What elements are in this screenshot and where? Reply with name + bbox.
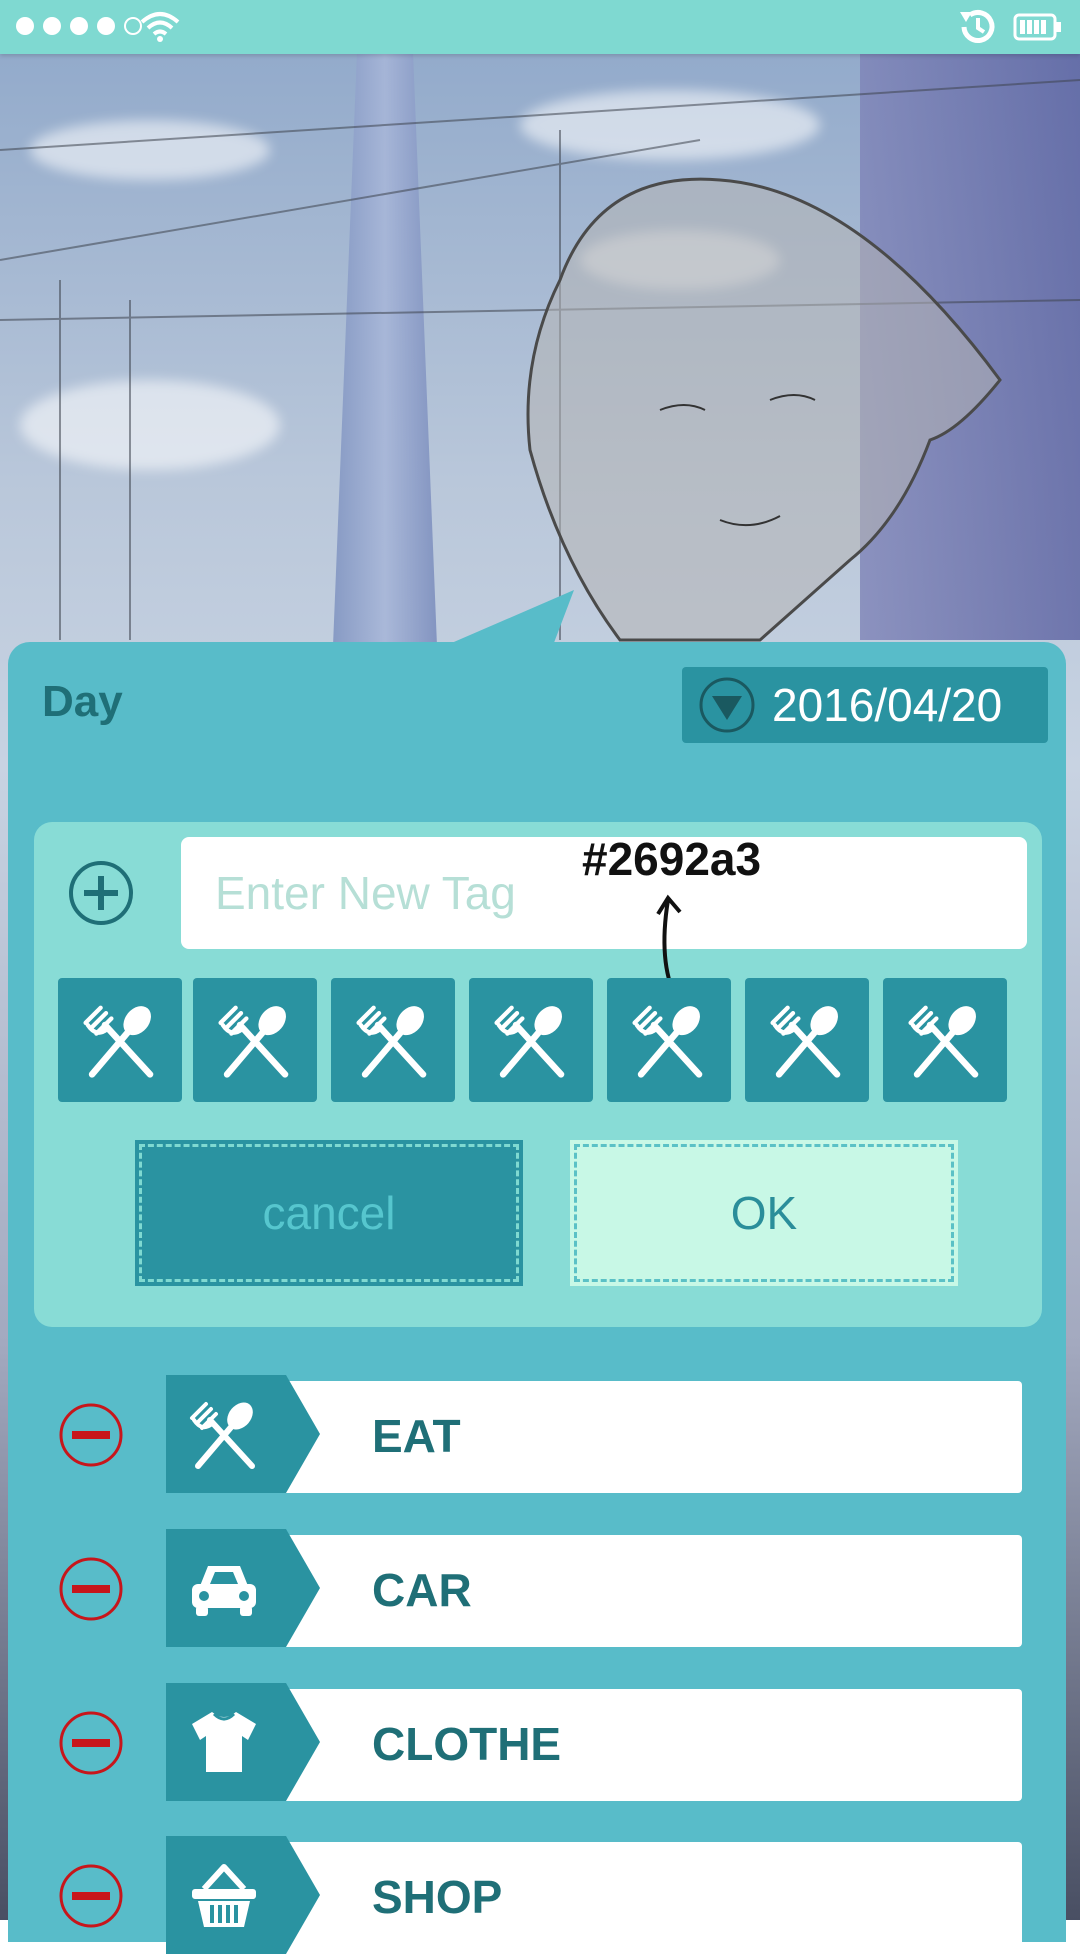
- icon-choice-6[interactable]: [745, 978, 869, 1102]
- list-item: SHOP: [8, 1833, 1066, 1957]
- tag-panel: Day 2016/04/20 #2692a3 cancel: [8, 642, 1066, 1954]
- tag-shop[interactable]: SHOP: [166, 1836, 1022, 1954]
- tag-label: CAR: [372, 1564, 472, 1616]
- bubble-tail: [440, 590, 574, 648]
- list-item: EAT: [8, 1372, 1066, 1496]
- remove-icon[interactable]: [58, 1863, 124, 1929]
- list-item: CLOTHE: [8, 1680, 1066, 1804]
- remove-icon[interactable]: [58, 1710, 124, 1776]
- icon-choice-5[interactable]: [607, 978, 731, 1102]
- fork-spoon-icon: [83, 1005, 154, 1078]
- fork-spoon-icon: [632, 1005, 703, 1078]
- tag-car[interactable]: CAR: [166, 1529, 1022, 1647]
- fork-spoon-icon: [494, 1005, 565, 1078]
- fork-spoon-icon: [356, 1005, 427, 1078]
- tag-label: CLOTHE: [372, 1718, 562, 1770]
- icon-choices: [58, 978, 1018, 1102]
- ok-button[interactable]: OK: [570, 1140, 958, 1286]
- sync-icon[interactable]: [956, 6, 1000, 48]
- remove-icon[interactable]: [58, 1402, 124, 1468]
- date-text: 2016/04/20: [772, 679, 1003, 731]
- color-annotation: #2692a3: [582, 833, 762, 885]
- icon-choice-7[interactable]: [883, 978, 1007, 1102]
- battery-icon: [1013, 13, 1061, 41]
- plus-circle-icon[interactable]: [68, 860, 134, 926]
- fork-spoon-icon: [218, 1005, 289, 1078]
- fork-spoon-icon: [770, 1005, 841, 1078]
- tag-label: EAT: [372, 1410, 461, 1462]
- cancel-button[interactable]: cancel: [135, 1140, 523, 1286]
- icon-choice-4[interactable]: [469, 978, 593, 1102]
- icon-choice-1[interactable]: [58, 978, 182, 1102]
- date-selector[interactable]: 2016/04/20: [682, 667, 1048, 743]
- tag-eat[interactable]: EAT: [166, 1375, 1022, 1493]
- day-label: Day: [42, 677, 123, 726]
- dropdown-triangle-icon: [699, 677, 755, 733]
- icon-choice-3[interactable]: [331, 978, 455, 1102]
- status-bar: [0, 0, 1080, 54]
- new-tag-editor: #2692a3 cancel OK: [34, 822, 1042, 1327]
- tag-clothe[interactable]: CLOTHE: [166, 1683, 1022, 1801]
- icon-choice-2[interactable]: [193, 978, 317, 1102]
- remove-icon[interactable]: [58, 1556, 124, 1622]
- signal-strength-icon: [16, 17, 142, 35]
- fork-spoon-icon: [908, 1005, 979, 1078]
- wifi-icon: [140, 12, 180, 42]
- tag-label: SHOP: [372, 1871, 503, 1923]
- list-item: CAR: [8, 1526, 1066, 1650]
